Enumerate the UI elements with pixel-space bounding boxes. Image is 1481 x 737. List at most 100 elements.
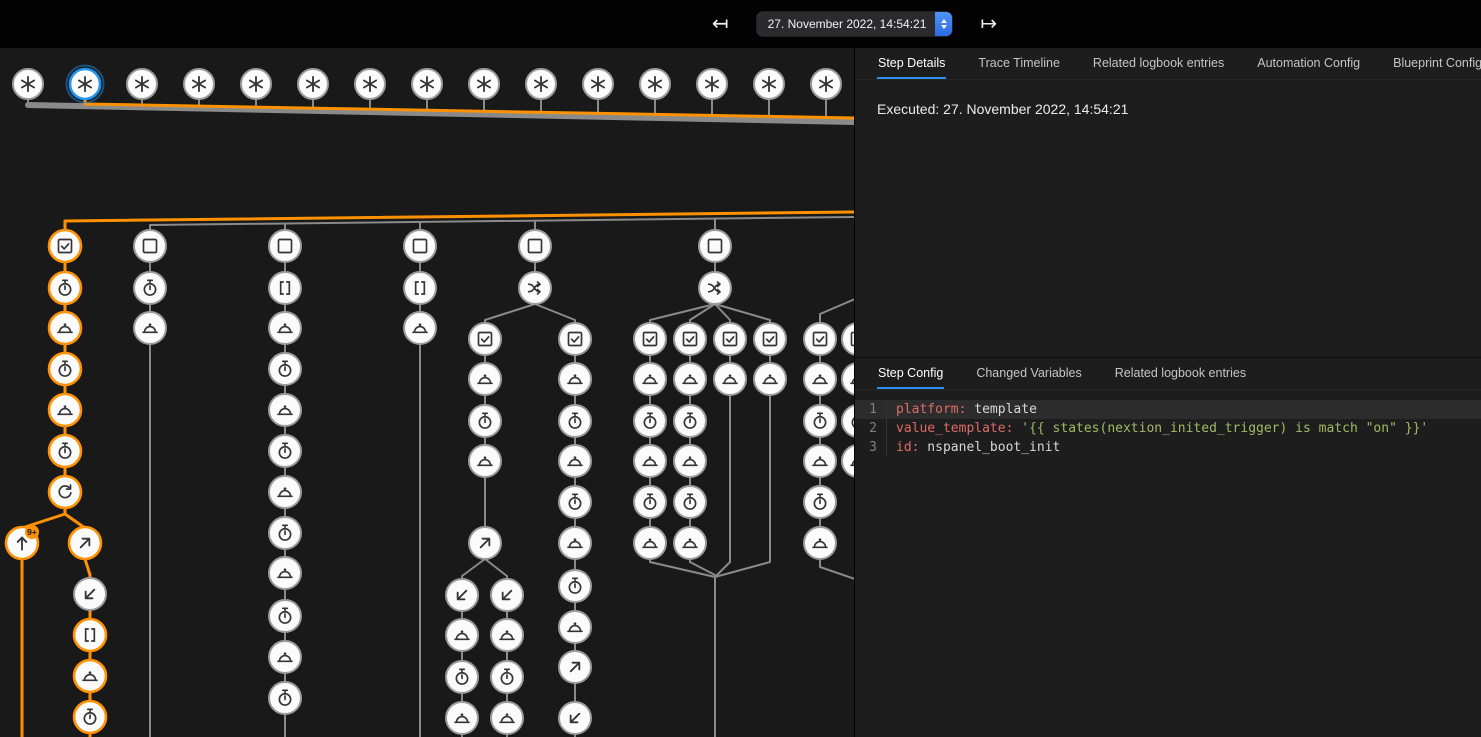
- trace-node-arrow-up[interactable]: 9+: [6, 525, 39, 559]
- trace-node-asterisk[interactable]: [298, 69, 328, 99]
- trace-node-arrow-decision[interactable]: [519, 272, 551, 304]
- trace-node-service[interactable]: [559, 611, 591, 643]
- trace-node-brackets[interactable]: [74, 619, 106, 651]
- trace-node-timer[interactable]: [49, 435, 81, 467]
- trace-node-service[interactable]: [674, 527, 706, 559]
- tab-step-details[interactable]: Step Details: [877, 48, 946, 79]
- trace-node-timer[interactable]: [269, 682, 301, 714]
- trace-node-service[interactable]: [559, 363, 591, 395]
- trace-node-asterisk[interactable]: [640, 69, 670, 99]
- trace-node-asterisk[interactable]: [13, 69, 43, 99]
- tab-step-config[interactable]: Step Config: [877, 358, 944, 389]
- trace-node-timer[interactable]: [269, 517, 301, 549]
- trace-node-timer[interactable]: [804, 486, 836, 518]
- trace-node-checkbox-marked[interactable]: [49, 230, 81, 262]
- trace-node-brackets[interactable]: [269, 272, 301, 304]
- trace-node-service[interactable]: [269, 641, 301, 673]
- trace-node-service[interactable]: [491, 702, 523, 734]
- trace-node-service[interactable]: [491, 619, 523, 651]
- code-line-3[interactable]: 3id: nspanel_boot_init: [855, 438, 1481, 457]
- trace-node-service[interactable]: [754, 363, 786, 395]
- tab-trace-timeline[interactable]: Trace Timeline: [977, 48, 1061, 79]
- trace-node-refresh[interactable]: [49, 476, 81, 508]
- run-select[interactable]: 27. November 2022, 14:54:21: [757, 12, 953, 36]
- trace-node-service[interactable]: [404, 312, 436, 344]
- trace-node-timer[interactable]: [269, 353, 301, 385]
- trace-node-timer[interactable]: [134, 272, 166, 304]
- trace-node-service[interactable]: [269, 312, 301, 344]
- trace-node-service[interactable]: [804, 363, 836, 395]
- trace-node-timer[interactable]: [674, 405, 706, 437]
- trace-node-checkbox-marked[interactable]: [634, 323, 666, 355]
- trace-node-service[interactable]: [446, 619, 478, 651]
- trace-node-service[interactable]: [74, 660, 106, 692]
- trace-node-asterisk[interactable]: [355, 69, 385, 99]
- code-line-1[interactable]: 1platform: template: [855, 400, 1481, 419]
- trace-node-timer[interactable]: [74, 701, 106, 733]
- trace-node-service[interactable]: [469, 363, 501, 395]
- trace-node-service[interactable]: [49, 312, 81, 344]
- trace-node-timer[interactable]: [469, 405, 501, 437]
- trace-node-timer[interactable]: [446, 661, 478, 693]
- trace-node-checkbox-marked[interactable]: [804, 323, 836, 355]
- trace-node-service[interactable]: [469, 445, 501, 477]
- trace-node-asterisk[interactable]: [754, 69, 784, 99]
- trace-node-service[interactable]: [714, 363, 746, 395]
- trace-node-timer[interactable]: [634, 486, 666, 518]
- trace-node-timer[interactable]: [559, 405, 591, 437]
- trace-node-checkbox-blank[interactable]: [134, 230, 166, 262]
- trace-node-service[interactable]: [804, 527, 836, 559]
- trace-node-service[interactable]: [49, 394, 81, 426]
- trace-node-service[interactable]: [842, 445, 855, 477]
- trace-node-service[interactable]: [634, 445, 666, 477]
- trace-node-timer[interactable]: [634, 405, 666, 437]
- trace-node-arrow-bottom-left[interactable]: [491, 579, 523, 611]
- trace-node-timer[interactable]: [491, 661, 523, 693]
- trace-node-asterisk[interactable]: [127, 69, 157, 99]
- trace-node-arrow-bottom-left[interactable]: [559, 702, 591, 734]
- trace-node-asterisk[interactable]: [469, 69, 499, 99]
- trace-node-service[interactable]: [559, 527, 591, 559]
- trace-node-service[interactable]: [269, 476, 301, 508]
- trace-node-service[interactable]: [804, 445, 836, 477]
- trace-node-service[interactable]: [269, 394, 301, 426]
- trace-node-brackets[interactable]: [404, 272, 436, 304]
- trace-node-asterisk[interactable]: [241, 69, 271, 99]
- tab-related-logbook-entries[interactable]: Related logbook entries: [1114, 358, 1247, 389]
- trace-node-timer[interactable]: [269, 600, 301, 632]
- trace-node-asterisk[interactable]: [697, 69, 727, 99]
- trace-node-timer[interactable]: [559, 486, 591, 518]
- trace-node-arrow-bottom-left[interactable]: [446, 579, 478, 611]
- trace-node-asterisk[interactable]: [811, 69, 841, 99]
- trace-node-service[interactable]: [269, 557, 301, 589]
- yaml-editor[interactable]: 1platform: template2value_template: '{{ …: [855, 400, 1481, 457]
- trace-node-checkbox-marked[interactable]: [674, 323, 706, 355]
- code-line-2[interactable]: 2value_template: '{{ states(nextion_init…: [855, 419, 1481, 438]
- trace-graph[interactable]: 9+: [0, 48, 855, 737]
- trace-node-checkbox-blank[interactable]: [519, 230, 551, 262]
- trace-node-checkbox-blank[interactable]: [269, 230, 301, 262]
- trace-node-service[interactable]: [559, 445, 591, 477]
- trace-node-timer[interactable]: [842, 405, 855, 437]
- trace-node-asterisk[interactable]: [184, 69, 214, 99]
- trace-node-checkbox-blank[interactable]: [404, 230, 436, 262]
- next-run-button[interactable]: ↦: [976, 12, 1001, 36]
- trace-node-arrow-top-right[interactable]: [469, 527, 501, 559]
- tab-changed-variables[interactable]: Changed Variables: [975, 358, 1082, 389]
- trace-node-asterisk[interactable]: [412, 69, 442, 99]
- trace-node-asterisk[interactable]: [67, 66, 104, 103]
- trace-node-service[interactable]: [674, 363, 706, 395]
- trace-node-arrow-bottom-left[interactable]: [74, 578, 106, 610]
- trace-node-arrow-top-right[interactable]: [559, 651, 591, 683]
- trace-node-timer[interactable]: [674, 486, 706, 518]
- tab-related-logbook-entries[interactable]: Related logbook entries: [1092, 48, 1225, 79]
- tab-blueprint-config[interactable]: Blueprint Config: [1392, 48, 1481, 79]
- trace-node-checkbox-marked[interactable]: [754, 323, 786, 355]
- trace-node-timer[interactable]: [49, 353, 81, 385]
- trace-node-checkbox-marked[interactable]: [842, 323, 855, 355]
- trace-node-asterisk[interactable]: [583, 69, 613, 99]
- trace-node-arrow-decision[interactable]: [699, 272, 731, 304]
- trace-node-service[interactable]: [134, 312, 166, 344]
- trace-node-service[interactable]: [634, 527, 666, 559]
- trace-node-timer[interactable]: [804, 405, 836, 437]
